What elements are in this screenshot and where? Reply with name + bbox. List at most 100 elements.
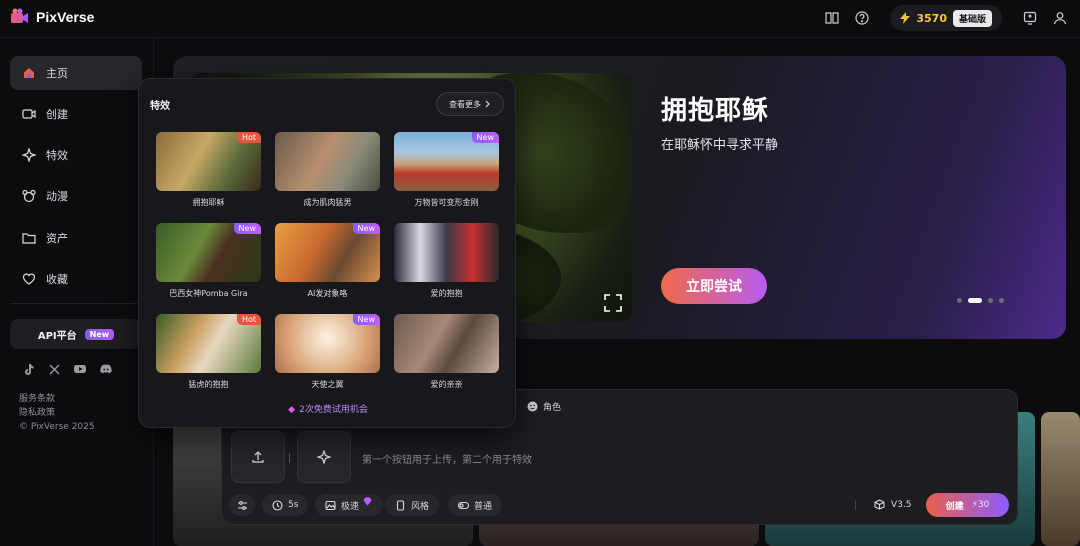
sidebar-item-effects[interactable]: 特效 (10, 138, 142, 172)
sidebar-item-assets[interactable]: 资产 (10, 221, 142, 255)
sidebar-item-label: 动漫 (46, 190, 68, 203)
new-badge: New (233, 223, 261, 234)
cost-value: 30 (977, 500, 990, 510)
effect-card-transformer[interactable]: New 万物皆可变形金刚 (394, 132, 499, 208)
duration-chip[interactable]: 5s (262, 494, 309, 516)
create-label: 创建 (945, 501, 964, 512)
sliders-icon (237, 500, 247, 510)
image-speed-icon (325, 500, 336, 510)
user-icon[interactable] (1050, 8, 1070, 28)
new-badge: New (352, 223, 380, 234)
effect-card-love-kiss[interactable]: 爱的亲亲 (394, 314, 499, 390)
tab-character[interactable]: 角色 (527, 400, 561, 413)
effect-card-pomba-gira[interactable]: New 巴西女神Pomba Gira (156, 223, 261, 299)
youtube-icon[interactable] (74, 363, 86, 375)
effect-caption: 成为肌肉猛男 (303, 198, 352, 207)
effect-thumbnail (394, 223, 499, 282)
style-chip[interactable]: 风格 (385, 494, 440, 516)
sidebar-item-label: 创建 (46, 108, 68, 121)
sidebar: 主页 创建 特效 动漫 资产 收藏 API平台 New 服务条款 隐私政策 © … (0, 38, 154, 546)
see-more-label: 查看更多 (449, 99, 481, 109)
carousel-dot[interactable] (957, 298, 962, 303)
gallery-tile[interactable] (1041, 412, 1080, 546)
effect-thumbnail: Hot (156, 314, 261, 373)
model-selector[interactable]: V3.5 (874, 499, 911, 510)
discord-icon[interactable] (100, 363, 112, 375)
see-more-button[interactable]: 查看更多 (436, 92, 504, 116)
credits-count: 3570 (916, 11, 947, 25)
gem-icon (363, 496, 372, 506)
effect-caption: 万物皆可变形金刚 (414, 198, 479, 207)
effect-caption: 爱的亲亲 (430, 380, 463, 389)
create-button[interactable]: 创建 ⚡30 (926, 493, 1009, 517)
speed-label: 极速 (341, 501, 360, 512)
api-platform-button[interactable]: API平台 New (10, 319, 142, 349)
speed-chip[interactable]: 极速 (315, 494, 384, 516)
divider (289, 453, 290, 463)
settings-button[interactable] (229, 494, 255, 516)
try-now-button[interactable]: 立即尝试 (661, 268, 767, 304)
style-label: 风格 (411, 501, 430, 512)
effect-thumbnail: New (156, 223, 261, 282)
effect-caption: 拥抱耶稣 (192, 198, 225, 207)
gem-icon: ◆ (288, 405, 296, 415)
effect-thumbnail: Hot (156, 132, 261, 191)
sidebar-item-label: 主页 (46, 67, 68, 80)
effect-caption: 猛虎的抱抱 (188, 380, 229, 389)
hero-title: 拥抱耶稣 (661, 96, 770, 126)
x-icon[interactable] (48, 363, 60, 375)
footer-links: 服务条款 隐私政策 © PixVerse 2025 (19, 392, 95, 434)
sidebar-item-favorites[interactable]: 收藏 (10, 262, 142, 296)
book-icon[interactable] (822, 8, 842, 28)
divider (855, 500, 856, 510)
trial-text: 2次免费试用机会 (299, 405, 368, 415)
privacy-link[interactable]: 隐私政策 (19, 406, 95, 420)
effect-card-hug-jesus[interactable]: Hot 拥抱耶稣 (156, 132, 261, 208)
sidebar-item-label: 特效 (46, 149, 68, 162)
logo-icon (11, 8, 28, 23)
effect-thumbnail (394, 314, 499, 373)
upload-icon (252, 451, 264, 463)
sparkle-icon (22, 148, 36, 162)
new-badge: New (84, 328, 115, 340)
effect-button[interactable] (297, 431, 351, 483)
effect-card-angel-wings[interactable]: New 天使之翼 (275, 314, 380, 390)
upload-button[interactable] (231, 431, 285, 483)
sidebar-item-create[interactable]: 创建 (10, 97, 142, 131)
effect-thumbnail: New (394, 132, 499, 191)
terms-link[interactable]: 服务条款 (19, 392, 95, 406)
sidebar-item-home[interactable]: 主页 (10, 56, 142, 90)
home-icon (24, 68, 34, 78)
effect-card-tiger-hug[interactable]: Hot 猛虎的抱抱 (156, 314, 261, 390)
effect-caption: AI发对象咯 (307, 289, 348, 298)
chevron-right-icon (485, 100, 490, 108)
heart-icon (22, 273, 36, 285)
notification-icon[interactable] (1020, 8, 1040, 28)
sidebar-item-label: 收藏 (46, 273, 68, 286)
mode-chip[interactable]: 普通 (448, 494, 503, 516)
carousel-dots (957, 298, 1004, 303)
effect-caption: 爱的抱抱 (430, 289, 463, 298)
duration-value: 5s (288, 500, 299, 510)
prompt-input[interactable]: 第一个按钮用于上传，第二个用于特效 (362, 451, 532, 466)
carousel-dot[interactable] (999, 298, 1004, 303)
effect-thumbnail: New (275, 223, 380, 282)
carousel-dot-active[interactable] (968, 298, 982, 303)
expand-icon[interactable] (604, 294, 622, 312)
clock-icon (272, 499, 283, 511)
copyright: © PixVerse 2025 (19, 422, 95, 432)
sidebar-item-anime[interactable]: 动漫 (10, 179, 142, 213)
tab-character-label: 角色 (543, 403, 562, 413)
help-icon[interactable] (852, 8, 872, 28)
plan-badge: 基础版 (952, 9, 992, 27)
effect-card-ai-partner[interactable]: New AI发对象咯 (275, 223, 380, 299)
carousel-dot[interactable] (988, 298, 993, 303)
logo[interactable]: PixVerse (10, 7, 94, 27)
lightning-icon (900, 12, 911, 24)
tiktok-icon[interactable] (22, 363, 34, 375)
toggle-icon (458, 501, 469, 509)
effect-card-muscle[interactable]: 成为肌肉猛男 (275, 132, 380, 208)
effect-card-love-hug[interactable]: 爱的抱抱 (394, 223, 499, 299)
credits-pill[interactable]: 3570 基础版 (890, 5, 1002, 31)
app-root: PixVerse 3570 基础版 主页 创建 特效 动漫 资产 收藏 API平… (0, 0, 1080, 546)
